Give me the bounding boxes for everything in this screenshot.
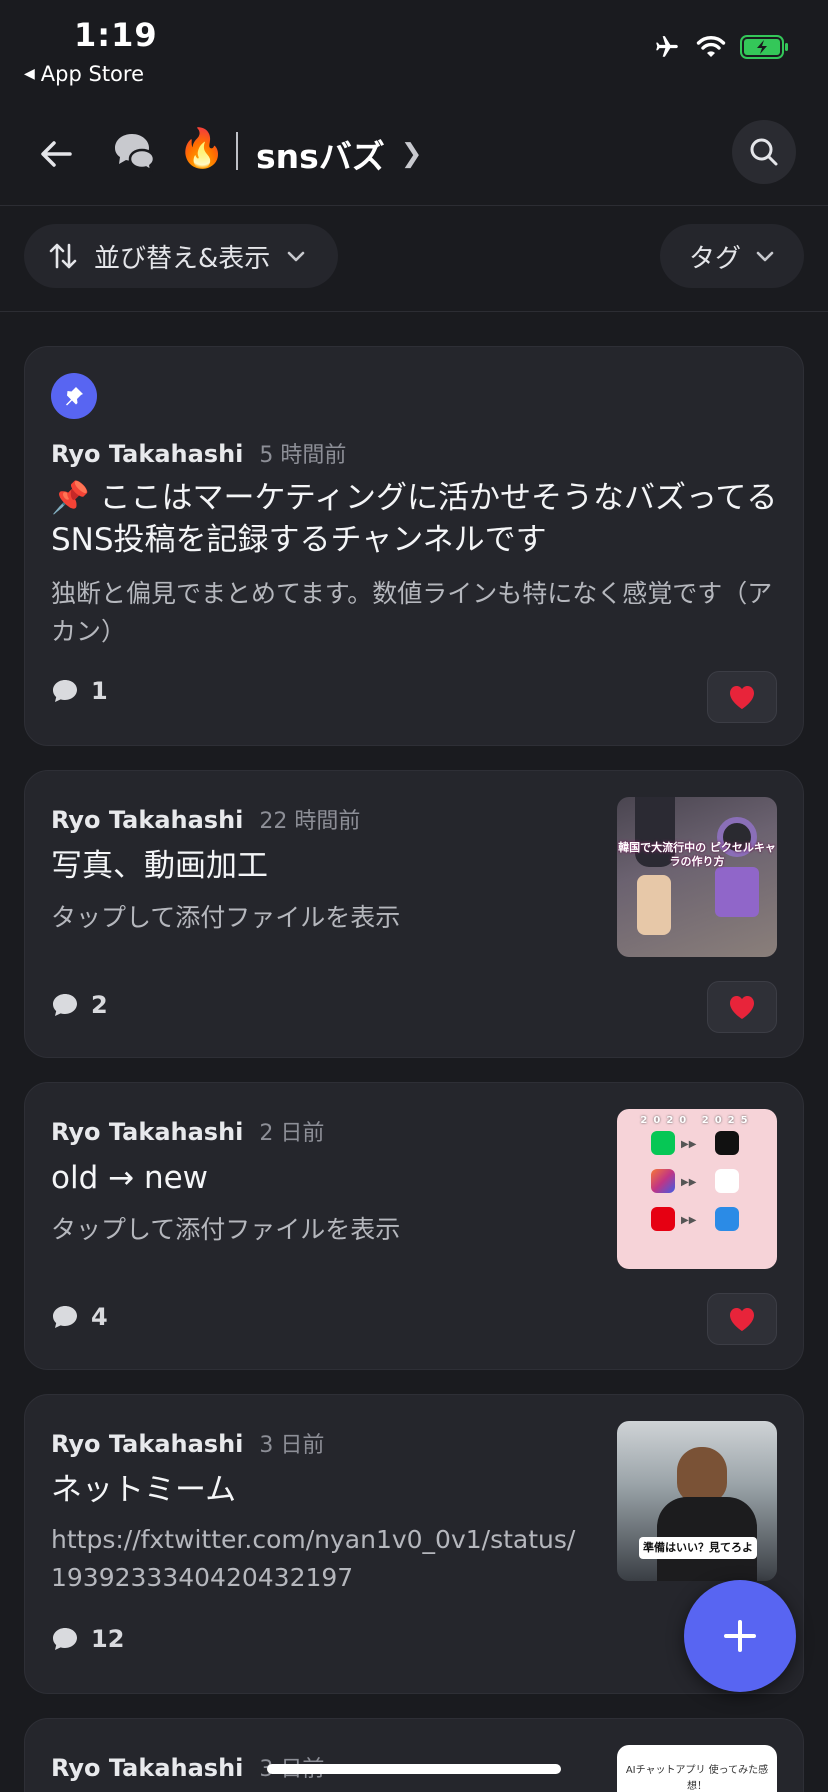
heart-icon xyxy=(730,686,754,709)
post-meta: Ryo Takahashi 5 時間前 xyxy=(51,437,346,469)
pin-icon xyxy=(66,387,83,406)
post-thumbnail[interactable]: 準備はいい？見てろよ xyxy=(617,1421,777,1581)
status-time: 1:19 xyxy=(74,16,158,54)
comment-count-value: 1 xyxy=(91,677,108,705)
plus-icon xyxy=(724,1620,756,1652)
thumb-arrow: ▶▶ xyxy=(681,1139,697,1150)
thumb-app-icon xyxy=(715,1131,739,1155)
post-author: Ryo Takahashi xyxy=(51,1118,244,1146)
post-title: ネットミーム xyxy=(51,1472,237,1508)
thumb-caption: AIチャットアプリ 使ってみた感想！ xyxy=(625,1765,769,1792)
post-preview: タップして添付ファイルを表示 xyxy=(51,1215,401,1244)
post-author: Ryo Takahashi xyxy=(51,1430,244,1458)
back-app-label: App Store xyxy=(40,62,144,86)
comment-count-value: 2 xyxy=(91,991,108,1019)
post-card[interactable]: Ryo Takahashi 5 時間前 📌 ここはマーケティングに活かせそうなバ… xyxy=(24,346,804,746)
post-meta: Ryo Takahashi 22 時間前 xyxy=(51,803,360,835)
back-to-app-link[interactable]: ◀ App Store xyxy=(24,62,144,86)
post-thumbnail[interactable]: 2020 2025 ▶▶ ▶▶ ▶▶ xyxy=(617,1109,777,1269)
post-time: 22 時間前 xyxy=(259,809,361,834)
comment-bubble-icon xyxy=(53,680,77,702)
thumb-arrow: ▶▶ xyxy=(681,1177,697,1188)
tag-label: タグ xyxy=(688,243,741,274)
post-meta: Ryo Takahashi 2 日前 xyxy=(51,1115,324,1147)
post-time: 2 日前 xyxy=(259,1121,325,1146)
comment-count: 2 xyxy=(51,991,108,1019)
post-author: Ryo Takahashi xyxy=(51,1754,244,1782)
thumb-app-icon xyxy=(715,1207,739,1231)
back-triangle-icon: ◀ xyxy=(24,66,35,82)
thumb-caption: 韓国で大流行中の ピクセルキャラの作り方 xyxy=(618,841,776,868)
thumb-app-icon xyxy=(651,1207,675,1231)
status-bar: 1:19 ◀ App Store xyxy=(0,0,828,92)
status-icons xyxy=(652,34,790,60)
comment-bubble-icon xyxy=(53,1306,77,1328)
comment-count: 1 xyxy=(51,677,108,705)
chevron-right-icon: ❯ xyxy=(400,139,423,169)
heart-reaction-button[interactable] xyxy=(707,1293,777,1345)
post-title: 写真、動画加工 xyxy=(51,848,268,884)
battery-icon xyxy=(740,35,788,59)
thumb-legs xyxy=(637,875,671,935)
thumb-app-icon xyxy=(651,1131,675,1155)
thumb-caption: 準備はいい？見てろよ xyxy=(639,1537,757,1559)
post-preview: https://fxtwitter.com/nyan1v0_0v1/status… xyxy=(51,1525,576,1592)
filter-bar: 並び替え&表示 タグ xyxy=(0,206,828,312)
comment-bubble-icon xyxy=(53,994,77,1016)
post-time: 5 時間前 xyxy=(259,443,347,468)
new-post-button[interactable] xyxy=(684,1580,796,1692)
post-thumbnail[interactable]: AIチャットアプリ 使ってみた感想！ xyxy=(617,1745,777,1792)
comment-count: 12 xyxy=(51,1625,124,1653)
search-icon xyxy=(750,138,778,166)
post-title: old → new xyxy=(51,1160,209,1196)
post-thumbnail[interactable]: 韓国で大流行中の ピクセルキャラの作り方 xyxy=(617,797,777,957)
search-button[interactable] xyxy=(732,120,796,184)
heart-icon xyxy=(730,996,754,1019)
wifi-icon xyxy=(696,36,726,57)
post-card[interactable]: Ryo Takahashi 3 日前 AIチャットアプリ 使ってみた感想！ xyxy=(24,1718,804,1792)
post-author: Ryo Takahashi xyxy=(51,806,244,834)
post-author: Ryo Takahashi xyxy=(51,440,244,468)
chevron-down-icon xyxy=(756,251,774,262)
thumb-person-head xyxy=(677,1447,727,1503)
fire-emoji: 🔥 xyxy=(178,126,226,170)
thumb-app-icon xyxy=(715,1169,739,1193)
post-meta: Ryo Takahashi 3 日前 xyxy=(51,1427,324,1459)
tag-filter-button[interactable]: タグ xyxy=(660,224,804,288)
sort-label: 並び替え&表示 xyxy=(94,243,271,274)
thumb-app-icon xyxy=(651,1169,675,1193)
post-preview: タップして添付ファイルを表示 xyxy=(51,903,401,932)
pin-badge xyxy=(51,373,97,419)
post-title: 📌 ここはマーケティングに活かせそうなバズってるSNS投稿を記録するチャンネルで… xyxy=(51,480,778,558)
channel-header: 🔥 snsバズ ❯ xyxy=(0,100,828,206)
heart-icon xyxy=(730,1308,754,1331)
post-time: 3 日前 xyxy=(259,1433,325,1458)
comment-count: 4 xyxy=(51,1303,108,1331)
heart-reaction-button[interactable] xyxy=(707,981,777,1033)
back-arrow-icon[interactable] xyxy=(34,132,78,176)
comment-count-value: 4 xyxy=(91,1303,108,1331)
airplane-icon xyxy=(656,36,678,57)
chevron-down-icon xyxy=(287,251,305,262)
thumb-caption: 2020 2025 xyxy=(640,1115,754,1126)
post-card[interactable]: Ryo Takahashi 2 日前 old → new タップして添付ファイル… xyxy=(24,1082,804,1370)
post-preview: 独断と偏見でまとめてます。数値ラインも特になく感覚です（アカン） xyxy=(51,579,773,646)
heart-reaction-button[interactable] xyxy=(707,671,777,723)
sort-icon xyxy=(49,243,77,269)
forum-channel-icon xyxy=(115,134,156,173)
comment-bubble-icon xyxy=(53,1628,77,1650)
post-card[interactable]: Ryo Takahashi 22 時間前 写真、動画加工 タップして添付ファイル… xyxy=(24,770,804,1058)
thumb-arrow: ▶▶ xyxy=(681,1215,697,1226)
channel-name: snsバズ xyxy=(256,137,385,176)
home-indicator[interactable] xyxy=(267,1764,561,1774)
thumb-character-body xyxy=(715,867,759,917)
header-divider xyxy=(236,132,238,170)
channel-title[interactable]: snsバズ ❯ xyxy=(256,130,423,178)
sort-display-button[interactable]: 並び替え&表示 xyxy=(24,224,338,288)
comment-count-value: 12 xyxy=(91,1625,125,1653)
